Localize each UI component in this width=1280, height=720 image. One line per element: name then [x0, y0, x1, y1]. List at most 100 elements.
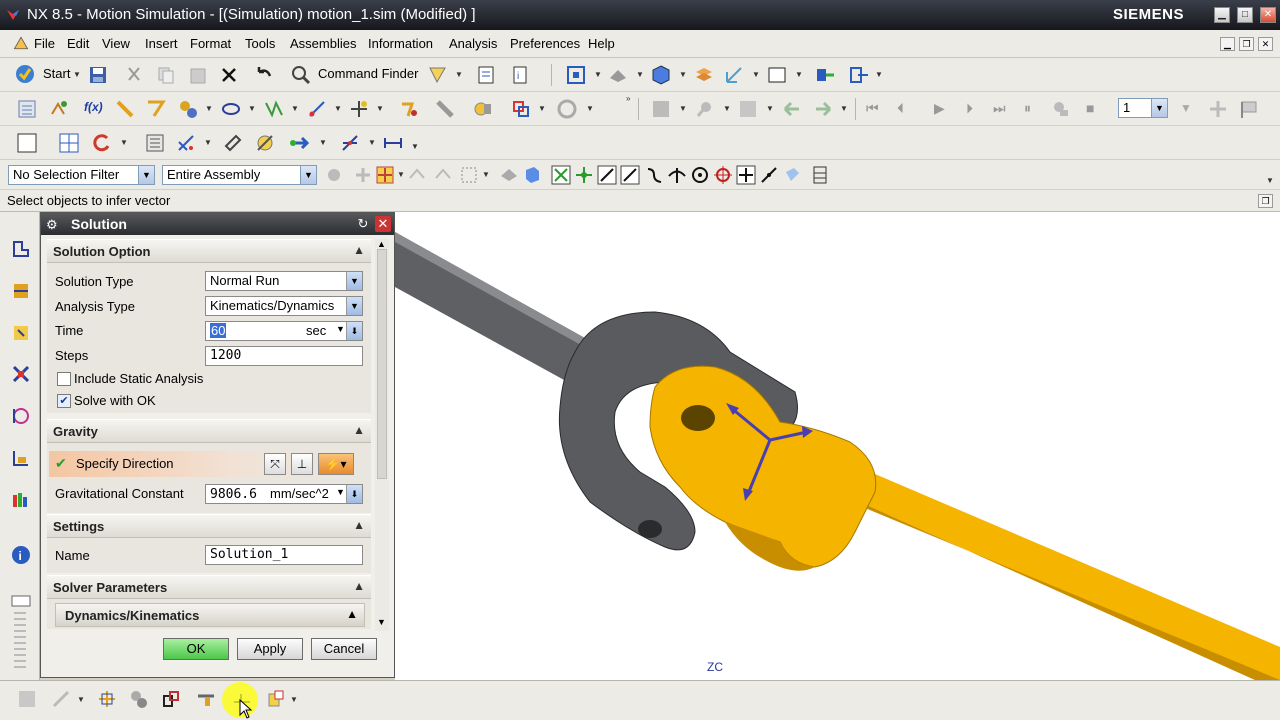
menu-assemblies[interactable]: Assemblies	[290, 36, 356, 51]
chevron-down-icon[interactable]: ▼	[300, 166, 316, 184]
grid-view-icon[interactable]	[58, 132, 80, 154]
mdi-minimize-icon[interactable]: ▁	[1220, 37, 1235, 51]
solution-type-select[interactable]: Normal Run ▼	[205, 271, 363, 291]
refresh-dropdown-icon[interactable]: ▼	[120, 138, 128, 147]
background-dropdown-icon[interactable]: ▼	[795, 70, 803, 79]
rendering-style-icon[interactable]	[607, 64, 629, 86]
dimension-icon[interactable]	[382, 132, 404, 154]
coupler-dropdown-icon[interactable]: ▼	[205, 104, 213, 113]
dynamics-kinematics-header[interactable]: Dynamics/Kinematics ▲	[55, 603, 365, 627]
part-navigator-icon[interactable]	[144, 132, 166, 154]
arrow-dropdown-icon[interactable]: ▼	[840, 104, 848, 113]
ok-button[interactable]: OK	[163, 638, 229, 660]
part-shaded-icon[interactable]	[521, 164, 543, 186]
spring-icon[interactable]	[263, 98, 285, 120]
rectangle-dropdown-icon[interactable]: ▼	[482, 170, 490, 179]
connector-dropdown-icon[interactable]: ▼	[248, 104, 256, 113]
component-icon[interactable]	[128, 688, 150, 710]
prompt-restore-icon[interactable]: ❐	[1258, 194, 1273, 208]
snap-quadrant-icon[interactable]	[712, 164, 734, 186]
marker-dropdown-icon[interactable]: ▼	[376, 104, 384, 113]
solution-option-header[interactable]: Solution Option ▲	[47, 239, 371, 263]
constraint-icon[interactable]	[175, 132, 197, 154]
assembly-navigator-tab-icon[interactable]	[10, 280, 32, 302]
probe-icon[interactable]	[694, 98, 716, 120]
blank-sheet-icon[interactable]	[16, 132, 38, 154]
include-static-checkbox[interactable]	[57, 372, 71, 386]
sketch-icon[interactable]	[50, 688, 72, 710]
snap-midpoint-icon[interactable]	[573, 164, 595, 186]
sketch-dropdown-icon[interactable]: ▼	[77, 695, 85, 704]
load-icon[interactable]	[306, 98, 328, 120]
mdi-restore-icon[interactable]: ❐	[1239, 37, 1254, 51]
vector-icon[interactable]	[288, 132, 310, 154]
spring-dropdown-icon[interactable]: ▼	[291, 104, 299, 113]
gravity-header[interactable]: Gravity ▲	[47, 419, 371, 443]
time-unit[interactable]: sec	[306, 323, 326, 338]
start-dropdown-icon[interactable]: ▼	[73, 70, 81, 79]
reset-icon[interactable]: ↻	[355, 216, 371, 232]
loop-icon[interactable]	[1050, 98, 1072, 120]
constraint-dropdown-icon[interactable]: ▼	[204, 138, 212, 147]
previous-arrow-icon[interactable]	[781, 98, 803, 120]
dialog-scrollbar[interactable]: ▲ ▼	[375, 239, 389, 631]
fit-dropdown-icon[interactable]: ▼	[594, 70, 602, 79]
solution-name-input[interactable]: Solution_1	[205, 545, 363, 565]
graphics-window[interactable]: ZC	[395, 212, 1280, 680]
background-color-icon[interactable]	[766, 64, 788, 86]
information-tab-icon[interactable]: i	[10, 544, 32, 566]
apply-button[interactable]: Apply	[237, 638, 303, 660]
probe-dropdown-icon[interactable]: ▼	[723, 104, 731, 113]
load-dropdown-icon[interactable]: ▼	[334, 104, 342, 113]
assembly-dropdown-icon[interactable]: ▼	[875, 70, 883, 79]
datum-icon[interactable]	[96, 688, 118, 710]
vector-dropdown-icon[interactable]: ▼	[319, 138, 327, 147]
connector-icon[interactable]	[220, 98, 242, 120]
settings-header[interactable]: Settings ▲	[47, 514, 371, 538]
copy-icon[interactable]	[155, 64, 177, 86]
collapse-icon[interactable]: ▲	[353, 243, 365, 257]
snap-curve-icon[interactable]	[643, 164, 665, 186]
orient-view-icon[interactable]	[650, 64, 672, 86]
chevron-down-icon[interactable]: ▼	[138, 166, 154, 184]
gear-coupler-icon[interactable]	[177, 98, 199, 120]
clipboard-icon[interactable]	[475, 64, 497, 86]
status-icon[interactable]	[16, 688, 38, 710]
link-icon[interactable]	[114, 98, 136, 120]
snap-center-icon[interactable]	[689, 164, 711, 186]
snap-bounded-grid-icon[interactable]	[810, 164, 832, 186]
show-hide-icon[interactable]	[498, 164, 520, 186]
collapse-icon[interactable]: ▲	[353, 579, 365, 593]
collapse-icon[interactable]: ▲	[353, 423, 365, 437]
formula-menu-icon[interactable]: ⬇	[346, 485, 362, 503]
animation-icon[interactable]	[556, 98, 578, 120]
snap-endpoint-icon[interactable]	[550, 164, 572, 186]
dimension-dropdown-icon[interactable]: ▼	[411, 142, 419, 151]
select-feature-icon[interactable]	[432, 164, 454, 186]
select-body-icon[interactable]	[406, 164, 428, 186]
point-constructor-icon[interactable]	[254, 132, 276, 154]
gravitational-constant-unit[interactable]: mm/sec^2	[270, 486, 329, 501]
mdi-close-icon[interactable]: ✕	[1258, 37, 1273, 51]
orient-dropdown-icon[interactable]: ▼	[679, 70, 687, 79]
part-display-icon[interactable]	[265, 688, 287, 710]
maximize-icon[interactable]: □	[1237, 7, 1253, 23]
stop-icon[interactable]: ■	[1086, 100, 1094, 116]
interference-icon[interactable]	[472, 98, 494, 120]
scroll-thumb[interactable]	[377, 249, 387, 479]
collapse-icon[interactable]: ▲	[353, 518, 365, 532]
animation-dropdown-icon[interactable]: ▼	[586, 104, 594, 113]
selection-filter-select[interactable]: No Selection Filter ▼	[8, 165, 155, 185]
menu-edit[interactable]: Edit	[67, 36, 89, 51]
finish-flag-icon[interactable]	[1238, 98, 1260, 120]
menu-help[interactable]: Help	[588, 36, 615, 51]
type-filter-icon[interactable]	[323, 164, 345, 186]
save-icon[interactable]	[87, 64, 109, 86]
menu-view[interactable]: View	[102, 36, 130, 51]
time-input[interactable]: 60 sec ▼ ⬇	[205, 321, 363, 341]
menu-insert[interactable]: Insert	[145, 36, 178, 51]
joint-icon[interactable]	[145, 98, 167, 120]
motion-navigator-icon[interactable]	[16, 98, 38, 120]
menu-file[interactable]: File	[34, 36, 55, 51]
marker-icon[interactable]	[348, 98, 370, 120]
